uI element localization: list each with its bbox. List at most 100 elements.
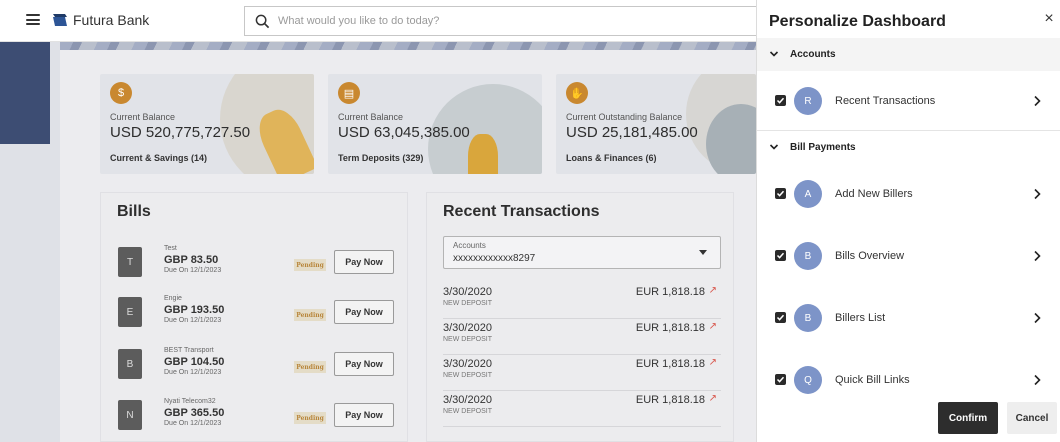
widget-checkbox[interactable] [775, 312, 786, 323]
section-label: Bill Payments [790, 142, 856, 153]
widget-label: Recent Transactions [835, 95, 936, 107]
transaction-amount: EUR 1,818.18 [635, 322, 705, 334]
bills-title: Bills [117, 203, 151, 220]
summary-card-term-deposits[interactable]: ▤ Current Balance USD 63,045,385.00 Term… [328, 74, 542, 174]
leaf-decoration [468, 134, 498, 174]
brand-name[interactable]: Futura Bank [73, 12, 149, 28]
bank-logo-icon [53, 14, 67, 26]
caret-down-icon [699, 250, 707, 255]
biller-name: Engie [164, 295, 182, 302]
card-label: Current Balance [110, 112, 176, 122]
transaction-row[interactable]: 3/30/2020 NEW DEPOSIT EUR 1,818.18 ↗ [443, 283, 721, 319]
widget-row-quick-bill-links[interactable]: Q Quick Bill Links [757, 360, 1060, 400]
bill-amount: GBP 104.50 [164, 356, 225, 368]
recent-transactions-title: Recent Transactions [443, 203, 600, 220]
biller-name: Nyati Telecom32 [164, 398, 216, 405]
recent-transactions-panel: Recent Transactions Accounts xxxxxxxxxxx… [426, 192, 734, 442]
transaction-amount: EUR 1,818.18 [635, 358, 705, 370]
widget-avatar: R [794, 87, 822, 115]
widget-row-bills-overview[interactable]: B Bills Overview [757, 236, 1060, 276]
transaction-type: NEW DEPOSIT [443, 300, 493, 307]
hamburger-menu-icon[interactable] [26, 14, 40, 25]
bill-row: E Engie GBP 193.50 Due On 12/1/2023 Pend… [118, 295, 398, 335]
search-icon [255, 14, 270, 28]
banner-strip [60, 42, 756, 50]
bill-amount: GBP 365.50 [164, 407, 225, 419]
transaction-type: NEW DEPOSIT [443, 372, 493, 379]
widget-label: Billers List [835, 312, 886, 324]
drawer-title: Personalize Dashboard [769, 13, 946, 30]
card-value: USD 520,775,727.50 [110, 124, 251, 141]
bill-due-date: Due On 12/1/2023 [164, 267, 222, 274]
bill-row: B BEST Transport GBP 104.50 Due On 12/1/… [118, 347, 398, 387]
accounts-dropdown-label: Accounts [453, 241, 486, 250]
bill-amount: GBP 193.50 [164, 304, 225, 316]
biller-avatar: N [118, 400, 142, 430]
transaction-date: 3/30/2020 [443, 358, 492, 370]
chevron-right-icon[interactable] [1033, 188, 1041, 200]
transaction-amount: EUR 1,818.18 [635, 394, 705, 406]
widget-avatar: B [794, 304, 822, 332]
pay-now-button[interactable]: Pay Now [334, 250, 394, 274]
section-header-accounts[interactable]: Accounts [757, 38, 1060, 71]
bill-row: T Test GBP 83.50 Due On 12/1/2023 Pendin… [118, 245, 398, 285]
widget-checkbox[interactable] [775, 374, 786, 385]
cancel-button[interactable]: Cancel [1007, 402, 1057, 434]
pay-now-button[interactable]: Pay Now [334, 352, 394, 376]
widget-row-add-new-billers[interactable]: A Add New Billers [757, 174, 1060, 214]
pay-now-button[interactable]: Pay Now [334, 403, 394, 427]
bill-amount: GBP 83.50 [164, 254, 219, 266]
personalize-dashboard-drawer: Personalize Dashboard × Accounts R Recen… [756, 0, 1060, 442]
checkmark-icon [776, 314, 785, 321]
transaction-date: 3/30/2020 [443, 394, 492, 406]
widget-checkbox[interactable] [775, 95, 786, 106]
bill-due-date: Due On 12/1/2023 [164, 420, 222, 427]
status-badge: Pending [294, 361, 326, 373]
left-rail [0, 42, 50, 144]
widget-avatar: A [794, 180, 822, 208]
transaction-row[interactable]: 3/30/2020 NEW DEPOSIT EUR 1,818.18 ↗ [443, 355, 721, 391]
chevron-right-icon[interactable] [1033, 374, 1041, 386]
bills-panel: Bills T Test GBP 83.50 Due On 12/1/2023 … [100, 192, 408, 442]
arrow-up-right-icon: ↗ [708, 357, 717, 368]
close-icon[interactable]: × [1042, 11, 1056, 27]
chevron-down-icon [769, 144, 779, 150]
card-link[interactable]: Current & Savings (14) [110, 153, 207, 163]
bill-due-date: Due On 12/1/2023 [164, 369, 222, 376]
card-link[interactable]: Loans & Finances (6) [566, 153, 657, 163]
card-value: USD 63,045,385.00 [338, 124, 470, 141]
card-label: Current Balance [338, 112, 404, 122]
chevron-right-icon[interactable] [1033, 250, 1041, 262]
chevron-right-icon[interactable] [1033, 312, 1041, 324]
document-icon: ▤ [338, 82, 360, 104]
widget-checkbox[interactable] [775, 250, 786, 261]
accounts-dropdown[interactable]: Accounts xxxxxxxxxxxx8297 [443, 236, 721, 269]
widget-row-billers-list[interactable]: B Billers List [757, 298, 1060, 338]
widget-label: Add New Billers [835, 188, 913, 200]
status-badge: Pending [294, 309, 326, 321]
search-input[interactable] [278, 15, 678, 27]
card-link[interactable]: Term Deposits (329) [338, 153, 423, 163]
transaction-amount: EUR 1,818.18 [635, 286, 705, 298]
bill-due-date: Due On 12/1/2023 [164, 317, 222, 324]
biller-name: Test [164, 245, 177, 252]
checkmark-icon [776, 252, 785, 259]
transaction-row[interactable]: 3/30/2020 NEW DEPOSIT EUR 1,818.18 ↗ [443, 391, 721, 427]
arrow-up-right-icon: ↗ [708, 321, 717, 332]
widget-checkbox[interactable] [775, 188, 786, 199]
summary-card-current-savings[interactable]: $ Current Balance USD 520,775,727.50 Cur… [100, 74, 314, 174]
transaction-row[interactable]: 3/30/2020 NEW DEPOSIT EUR 1,818.18 ↗ [443, 319, 721, 355]
confirm-button[interactable]: Confirm [938, 402, 998, 434]
biller-avatar: E [118, 297, 142, 327]
widget-row-recent-transactions[interactable]: R Recent Transactions [757, 81, 1060, 121]
biller-avatar: B [118, 349, 142, 379]
biller-name: BEST Transport [164, 347, 214, 354]
search-bar[interactable] [244, 6, 756, 36]
chevron-right-icon[interactable] [1033, 95, 1041, 107]
transaction-type: NEW DEPOSIT [443, 336, 493, 343]
section-header-bill-payments[interactable]: Bill Payments [757, 131, 1060, 164]
biller-avatar: T [118, 247, 142, 277]
loan-hand-icon: ✋ [566, 82, 588, 104]
summary-card-loans[interactable]: ✋ Current Outstanding Balance USD 25,181… [556, 74, 756, 174]
pay-now-button[interactable]: Pay Now [334, 300, 394, 324]
